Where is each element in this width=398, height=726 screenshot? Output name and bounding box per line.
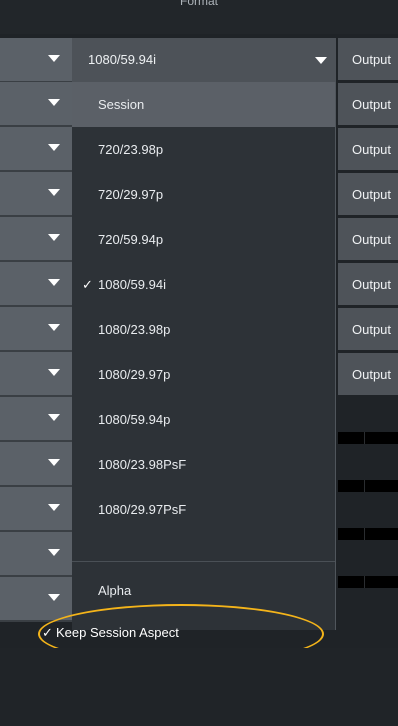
- chevron-down-icon: [315, 57, 327, 64]
- left-dropdown-column: [0, 34, 72, 622]
- format-dropdown-menu: Session 720/23.98p 720/29.97p 720/59.94p…: [72, 82, 336, 630]
- chevron-down-icon: [48, 234, 60, 241]
- menu-divider: [72, 561, 335, 562]
- menu-item-1080-23-98psf[interactable]: 1080/23.98PsF: [72, 442, 335, 487]
- menu-item-1080-59-94p[interactable]: 1080/59.94p: [72, 397, 335, 442]
- chevron-down-icon: [48, 189, 60, 196]
- row-dropdown-button[interactable]: [0, 262, 72, 307]
- row-dropdown-button[interactable]: [0, 577, 72, 622]
- output-button[interactable]: Output: [338, 263, 398, 305]
- chevron-down-icon: [48, 459, 60, 466]
- row-dropdown-button[interactable]: [0, 127, 72, 172]
- chevron-down-icon: [48, 369, 60, 376]
- output-button[interactable]: Output: [338, 308, 398, 350]
- meter-bar: [338, 432, 398, 444]
- output-button[interactable]: Output: [338, 38, 398, 80]
- format-select[interactable]: 1080/59.94i: [72, 38, 336, 82]
- chevron-down-icon: [48, 594, 60, 601]
- chevron-down-icon: [48, 55, 60, 62]
- output-button[interactable]: Output: [338, 83, 398, 125]
- check-icon: ✓: [82, 277, 93, 292]
- chevron-down-icon: [48, 549, 60, 556]
- chevron-down-icon: [48, 504, 60, 511]
- menu-item-1080-23-98p[interactable]: 1080/23.98p: [72, 307, 335, 352]
- menu-item-720-29-97p[interactable]: 720/29.97p: [72, 172, 335, 217]
- row-dropdown-button[interactable]: [0, 172, 72, 217]
- menu-item-session[interactable]: Session: [72, 82, 335, 127]
- meter-bar: [338, 480, 398, 492]
- menu-item-720-59-94p[interactable]: 720/59.94p: [72, 217, 335, 262]
- menu-item-1080-59-94i[interactable]: ✓ 1080/59.94i: [72, 262, 335, 307]
- chevron-down-icon: [48, 99, 60, 106]
- chevron-down-icon: [48, 324, 60, 331]
- panel-footer: [0, 648, 398, 726]
- row-dropdown-button[interactable]: [0, 397, 72, 442]
- row-dropdown-button[interactable]: [0, 82, 72, 127]
- chevron-down-icon: [48, 279, 60, 286]
- menu-item-720-23-98p[interactable]: 720/23.98p: [72, 127, 335, 172]
- panel-header-title: Format: [179, 0, 218, 8]
- row-dropdown-button[interactable]: [0, 442, 72, 487]
- output-column: Output Output Output Output Output Outpu…: [336, 34, 398, 634]
- output-button[interactable]: Output: [338, 173, 398, 215]
- chevron-down-icon: [48, 144, 60, 151]
- chevron-down-icon: [48, 414, 60, 421]
- menu-item-1080-29-97psf[interactable]: 1080/29.97PsF: [72, 487, 335, 532]
- menu-item-1080-29-97p[interactable]: 1080/29.97p: [72, 352, 335, 397]
- output-button[interactable]: Output: [338, 128, 398, 170]
- meter-bar: [338, 576, 398, 588]
- row-dropdown-button[interactable]: [0, 217, 72, 262]
- row-dropdown-button[interactable]: [0, 532, 72, 577]
- row-dropdown-button[interactable]: [0, 307, 72, 352]
- panel-header: Format: [0, 0, 398, 34]
- output-button[interactable]: Output: [338, 353, 398, 395]
- row-dropdown-button[interactable]: [0, 352, 72, 397]
- output-button[interactable]: Output: [338, 218, 398, 260]
- row-dropdown-button[interactable]: [0, 487, 72, 532]
- meter-bar: [338, 528, 398, 540]
- format-select-value: 1080/59.94i: [88, 52, 156, 67]
- row-dropdown-button[interactable]: [0, 38, 72, 83]
